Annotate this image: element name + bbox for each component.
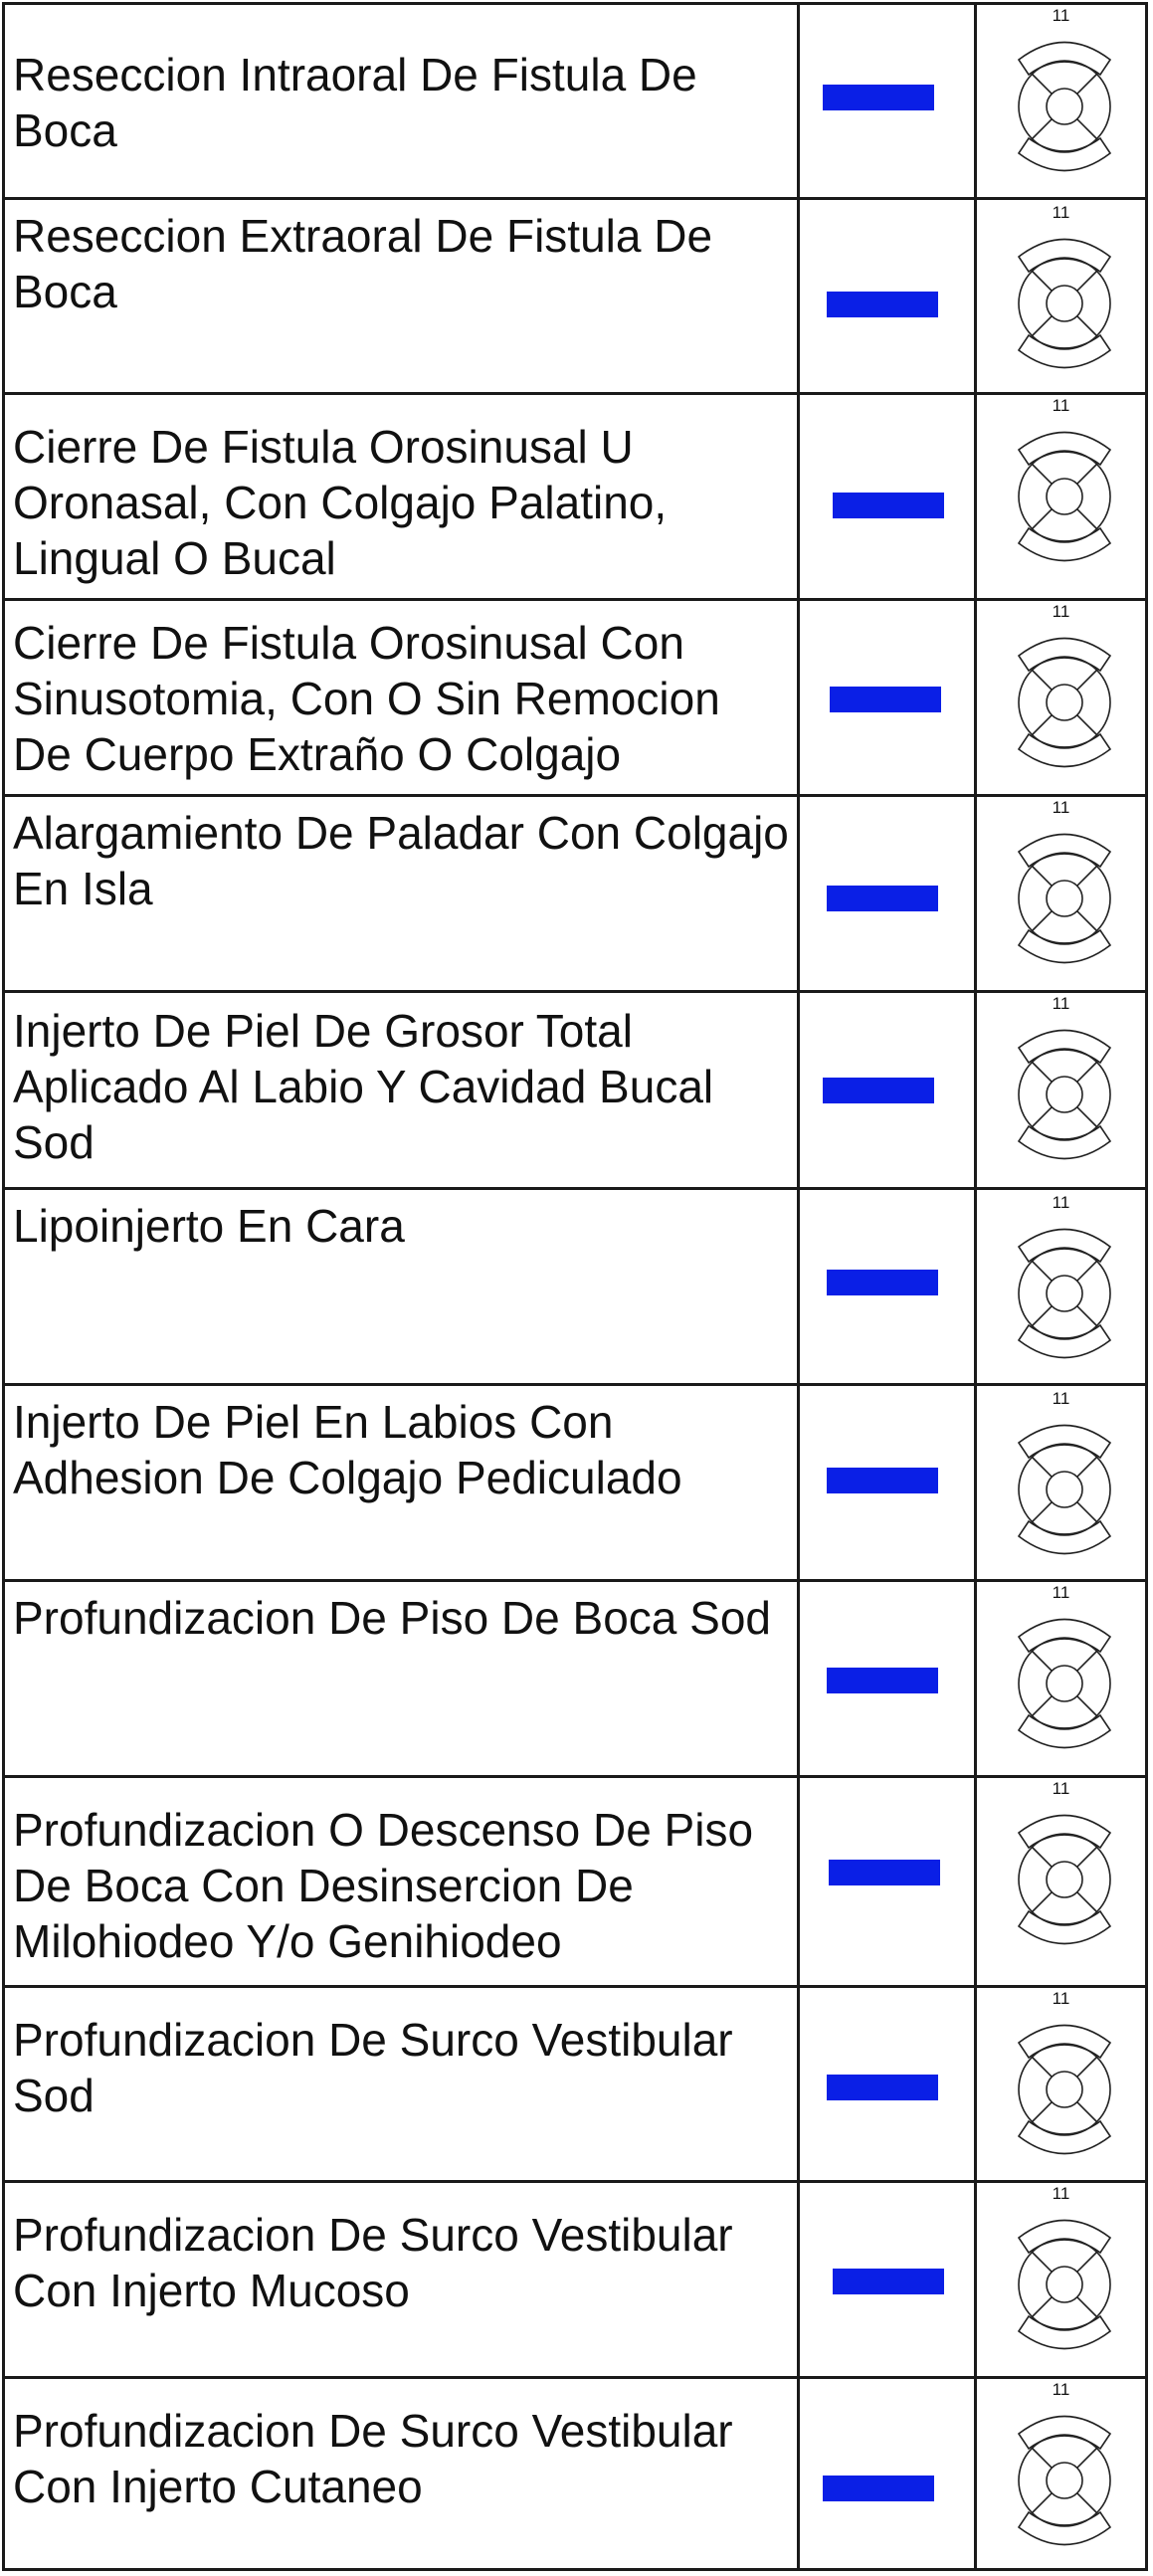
tooth-diagram [1017,2024,1112,2155]
status-bar-marker [827,2075,938,2100]
procedure-name: Profundizacion O Descenso De Piso De Boc… [5,1778,800,1985]
procedure-name: Alargamiento De Paladar Con Colgajo En I… [5,797,800,990]
procedure-name: Profundizacion De Piso De Boca Sod [5,1582,800,1775]
table-row: Injerto De Piel De Grosor Total Aplicado… [5,993,1145,1190]
table-row: Cierre De Fistula Orosinusal U Oronasal,… [5,395,1145,601]
tooth-cell: 11 [977,200,1145,392]
tooth-cell: 11 [977,5,1145,197]
procedures-table: Reseccion Intraoral De Fistula De Boca 11… [2,2,1148,2571]
tooth-diagram [1017,833,1112,964]
tooth-number: 11 [1052,396,1070,415]
status-cell [800,601,977,794]
tooth-cell: 11 [977,1778,1145,1985]
tooth-number: 11 [1052,1989,1070,2008]
status-cell [800,2183,977,2376]
procedure-name: Reseccion Extraoral De Fistula De Boca [5,200,800,392]
tooth-cell: 11 [977,395,1145,598]
tooth-number: 11 [1052,203,1070,222]
procedure-name: Injerto De Piel De Grosor Total Aplicado… [5,993,800,1187]
tooth-diagram [1017,1029,1112,1160]
status-bar-marker [827,292,938,317]
tooth-number: 11 [1052,2184,1070,2203]
table-row: Profundizacion De Piso De Boca Sod 11 [5,1582,1145,1778]
status-cell [800,797,977,990]
table-row: Reseccion Intraoral De Fistula De Boca 11 [5,5,1145,200]
tooth-diagram [1017,431,1112,562]
table-row: Profundizacion O Descenso De Piso De Boc… [5,1778,1145,1988]
tooth-cell: 11 [977,2183,1145,2376]
status-cell [800,5,977,197]
tooth-diagram [1017,1814,1112,1945]
status-bar-marker [827,1668,938,1693]
status-cell [800,2379,977,2568]
table-row: Profundizacion De Surco Vestibular Con I… [5,2379,1145,2568]
tooth-diagram [1017,238,1112,369]
status-bar-marker [827,1468,938,1493]
table-row: Alargamiento De Paladar Con Colgajo En I… [5,797,1145,993]
procedure-name: Profundizacion De Surco Vestibular Con I… [5,2379,800,2568]
table-row: Reseccion Extraoral De Fistula De Boca 11 [5,200,1145,395]
tooth-diagram [1017,1424,1112,1555]
procedure-name: Lipoinjerto En Cara [5,1190,800,1383]
tooth-cell: 11 [977,1988,1145,2180]
status-cell [800,1778,977,1985]
status-cell [800,1386,977,1579]
tooth-number: 11 [1052,994,1070,1013]
status-cell [800,1582,977,1775]
tooth-diagram [1017,2415,1112,2546]
tooth-diagram [1017,2219,1112,2350]
procedure-name: Profundizacion De Surco Vestibular Sod [5,1988,800,2180]
tooth-number: 11 [1052,798,1070,817]
procedure-name: Injerto De Piel En Labios Con Adhesion D… [5,1386,800,1579]
tooth-number: 11 [1052,1193,1070,1212]
status-bar-marker [830,687,941,712]
tooth-number: 11 [1052,602,1070,621]
tooth-diagram [1017,1228,1112,1359]
tooth-cell: 11 [977,1190,1145,1383]
tooth-cell: 11 [977,797,1145,990]
table-row: Cierre De Fistula Orosinusal Con Sinusot… [5,601,1145,797]
tooth-cell: 11 [977,1582,1145,1775]
tooth-diagram [1017,1618,1112,1749]
status-bar-marker [827,886,938,911]
status-cell [800,1190,977,1383]
status-cell [800,200,977,392]
tooth-cell: 11 [977,1386,1145,1579]
status-bar-marker [833,493,944,518]
tooth-diagram [1017,637,1112,768]
tooth-number: 11 [1052,1583,1070,1602]
tooth-number: 11 [1052,2380,1070,2399]
status-bar-marker [823,85,934,110]
procedure-name: Cierre De Fistula Orosinusal U Oronasal,… [5,395,800,598]
status-bar-marker [829,1860,940,1885]
table-row: Profundizacion De Surco Vestibular Con I… [5,2183,1145,2379]
table-row: Injerto De Piel En Labios Con Adhesion D… [5,1386,1145,1582]
tooth-number: 11 [1052,1389,1070,1408]
tooth-diagram [1017,41,1112,172]
tooth-cell: 11 [977,2379,1145,2568]
status-bar-marker [823,2476,934,2501]
status-bar-marker [823,1078,934,1103]
table-row: Profundizacion De Surco Vestibular Sod 11 [5,1988,1145,2183]
tooth-cell: 11 [977,993,1145,1187]
procedure-name: Cierre De Fistula Orosinusal Con Sinusot… [5,601,800,794]
procedure-name: Profundizacion De Surco Vestibular Con I… [5,2183,800,2376]
status-cell [800,395,977,598]
status-cell [800,1988,977,2180]
table-row: Lipoinjerto En Cara 11 [5,1190,1145,1386]
tooth-number: 11 [1052,6,1070,25]
status-cell [800,993,977,1187]
status-bar-marker [833,2269,944,2294]
procedure-name: Reseccion Intraoral De Fistula De Boca [5,5,800,197]
tooth-number: 11 [1052,1779,1070,1798]
status-bar-marker [827,1270,938,1295]
tooth-cell: 11 [977,601,1145,794]
